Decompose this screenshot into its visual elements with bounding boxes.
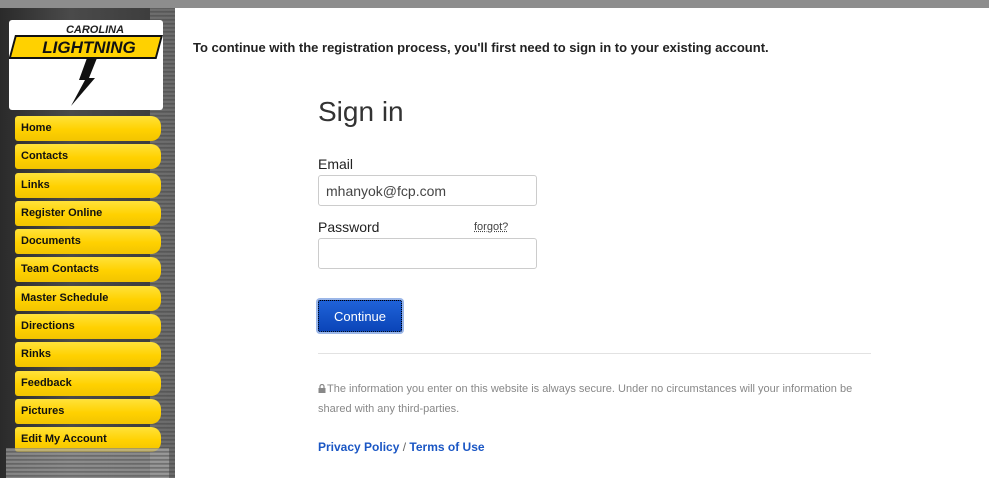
- nav-item-register-online[interactable]: Register Online: [15, 200, 161, 226]
- page-title: Sign in: [318, 96, 404, 127]
- nav-item-team-contacts[interactable]: Team Contacts: [15, 257, 161, 283]
- top-bar: [0, 0, 989, 8]
- security-notice: The information you enter on this websit…: [318, 379, 858, 419]
- team-logo[interactable]: CAROLINA LIGHTNING: [9, 20, 163, 110]
- divider: [318, 353, 871, 354]
- sidebar-footer-stripes: [6, 448, 169, 478]
- logo-line1: CAROLINA: [66, 24, 124, 36]
- terms-of-use-link[interactable]: Terms of Use: [409, 440, 484, 454]
- logo-line2: LIGHTNING: [42, 38, 136, 57]
- main-nav: Home Contacts Links Register Online Docu…: [15, 116, 161, 456]
- nav-item-pictures[interactable]: Pictures: [15, 398, 161, 424]
- sidebar: CAROLINA LIGHTNING Home Contacts Links R…: [0, 8, 175, 478]
- nav-item-contacts[interactable]: Contacts: [15, 144, 161, 170]
- nav-item-home[interactable]: Home: [15, 116, 161, 141]
- continue-button[interactable]: Continue: [318, 300, 402, 332]
- password-label: Password: [318, 219, 380, 235]
- nav-item-master-schedule[interactable]: Master Schedule: [15, 285, 161, 311]
- nav-item-links[interactable]: Links: [15, 172, 161, 198]
- nav-item-documents[interactable]: Documents: [15, 229, 161, 255]
- intro-text: To continue with the registration proces…: [193, 40, 769, 55]
- link-separator: /: [402, 440, 407, 454]
- lightning-logo-icon: CAROLINA LIGHTNING: [9, 24, 163, 106]
- security-notice-text: The information you enter on this websit…: [318, 383, 853, 415]
- privacy-policy-link[interactable]: Privacy Policy: [318, 440, 399, 454]
- footer-links: Privacy Policy / Terms of Use: [318, 440, 485, 454]
- nav-item-rinks[interactable]: Rinks: [15, 342, 161, 368]
- email-field[interactable]: [318, 175, 537, 206]
- lock-icon: [318, 384, 326, 393]
- nav-item-feedback[interactable]: Feedback: [15, 370, 161, 396]
- email-label: Email: [318, 156, 354, 172]
- password-field[interactable]: [318, 238, 537, 269]
- nav-item-directions[interactable]: Directions: [15, 314, 161, 340]
- forgot-password-link[interactable]: forgot?: [474, 221, 508, 233]
